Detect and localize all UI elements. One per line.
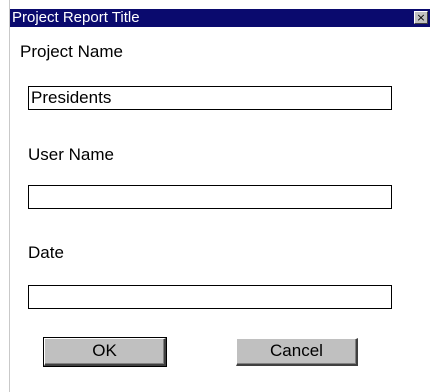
ok-button[interactable]: OK xyxy=(43,337,167,367)
project-report-dialog: Project Report Title × Project Name Pres… xyxy=(0,0,439,392)
user-name-label: User Name xyxy=(28,145,114,164)
title-bar[interactable]: Project Report Title × xyxy=(10,9,430,27)
close-icon[interactable]: × xyxy=(414,11,428,24)
user-name-field[interactable] xyxy=(28,185,392,209)
project-name-field[interactable]: Presidents xyxy=(28,86,392,110)
window-title: Project Report Title xyxy=(12,9,140,26)
cancel-button[interactable]: Cancel xyxy=(236,338,358,366)
project-name-label: Project Name xyxy=(20,42,123,61)
window-left-edge xyxy=(0,0,10,392)
date-label: Date xyxy=(28,243,64,262)
date-field[interactable] xyxy=(28,285,392,309)
